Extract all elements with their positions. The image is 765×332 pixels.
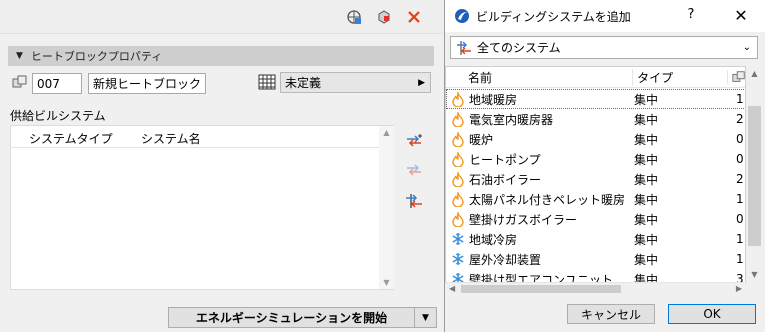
app-logo-icon — [454, 8, 470, 24]
system-type-icon — [456, 40, 472, 56]
list-item[interactable]: 壁掛けガスボイラー 集中 0 — [446, 209, 745, 229]
system-type: 集中 — [634, 192, 659, 207]
system-type: 集中 — [634, 132, 659, 147]
system-list: 名前 タイプ 地域暖房 集中 1 電気室内暖房器 集中 2 暖炉 集中 0 ヒートポンプ 集中 0 石油… — [445, 66, 746, 295]
scroll-up-icon[interactable]: ▲ — [379, 128, 394, 137]
col-system-type[interactable]: システムタイプ — [11, 126, 141, 147]
system-name: 地域暖房 — [469, 92, 518, 107]
section-title: ヒートブロックプロパティ — [30, 50, 163, 63]
system-count: 2 — [736, 172, 744, 186]
scroll-up-icon[interactable]: ▲ — [746, 69, 763, 78]
flame-icon — [449, 131, 467, 147]
delete-icon[interactable] — [405, 8, 423, 26]
list-item[interactable]: 石油ボイラー 集中 2 — [446, 169, 745, 189]
network-icon[interactable] — [345, 8, 363, 26]
scroll-down-icon[interactable]: ▼ — [379, 278, 394, 287]
add-system-icon[interactable] — [404, 131, 424, 151]
snowflake-icon — [449, 252, 467, 266]
chevron-down-icon: ▼ — [422, 312, 429, 323]
system-list-header: 名前 タイプ — [446, 67, 745, 88]
grid-icon — [258, 74, 276, 93]
system-count: 1 — [736, 192, 744, 206]
system-type: 集中 — [634, 232, 659, 247]
count-column-icon[interactable] — [727, 70, 745, 84]
dialog-titlebar: ビルディングシステムを追加 ? ✕ — [445, 0, 765, 32]
ok-button[interactable]: OK — [668, 304, 756, 324]
system-count: 0 — [736, 152, 744, 166]
add-building-system-dialog: ビルディングシステムを追加 ? ✕ 全てのシステム ⌄ 名前 タイプ 地域暖房集… — [444, 0, 765, 332]
list-item[interactable]: 地域暖房 集中 1 — [446, 89, 745, 109]
flame-icon — [449, 151, 467, 167]
systems-label: 供給ビルシステム — [10, 109, 106, 123]
flame-icon — [449, 171, 467, 187]
system-name: 電気室内暖房器 — [469, 112, 554, 127]
system-count: 1 — [736, 232, 744, 246]
list-item[interactable]: ヒートポンプ 集中 0 — [446, 149, 745, 169]
system-name: 地域冷房 — [469, 232, 518, 247]
list-item[interactable]: 太陽パネル付きペレット暖房 集中 1 — [446, 189, 745, 209]
scroll-thumb[interactable] — [748, 106, 761, 246]
system-type: 集中 — [634, 152, 659, 167]
list-item[interactable]: 屋外冷却装置 集中 1 — [446, 249, 745, 269]
system-count: 1 — [736, 92, 744, 106]
link-system-icon[interactable] — [404, 160, 424, 180]
flame-icon — [449, 211, 467, 227]
scroll-right-icon[interactable]: ▶ — [736, 284, 742, 293]
system-filter-select[interactable]: 全てのシステム ⌄ — [450, 36, 758, 59]
col-name[interactable]: 名前 — [446, 69, 632, 86]
hscroll-thumb[interactable] — [461, 285, 621, 293]
system-type: 集中 — [634, 92, 659, 107]
block-icon — [12, 74, 28, 93]
systems-table: システムタイプ システム名 ▲ ▼ — [10, 125, 394, 290]
chevron-down-icon: ⌄ — [742, 42, 751, 53]
dialog-title: ビルディングシステムを追加 — [476, 9, 631, 24]
block-id-field[interactable]: 007 — [32, 73, 82, 94]
system-settings-icon[interactable] — [404, 191, 424, 211]
flame-icon — [449, 191, 467, 207]
system-name: 石油ボイラー — [469, 172, 542, 187]
system-name: 壁掛けガスボイラー — [469, 212, 578, 227]
list-item[interactable]: 暖炉 集中 0 — [446, 129, 745, 149]
filter-value: 全てのシステム — [477, 41, 561, 55]
col-type[interactable]: タイプ — [632, 68, 727, 86]
system-list-vscrollbar[interactable]: ▲ ▼ — [746, 66, 763, 282]
cube-icon[interactable] — [375, 8, 393, 26]
system-list-hscrollbar[interactable]: ◀ ▶ — [445, 282, 746, 295]
systems-table-header: システムタイプ システム名 — [11, 126, 379, 148]
list-item[interactable]: 電気室内暖房器 集中 2 — [446, 109, 745, 129]
system-count: 0 — [736, 132, 744, 146]
panel-toolbar — [0, 0, 443, 34]
system-name: 屋外冷却装置 — [469, 252, 542, 267]
collapse-triangle-icon: ▼ — [16, 51, 23, 61]
section-header[interactable]: ▼ ヒートブロックプロパティ — [8, 46, 434, 66]
snowflake-icon — [449, 232, 467, 246]
system-type: 集中 — [634, 252, 659, 267]
system-name: 太陽パネル付きペレット暖房 — [469, 192, 626, 207]
heat-block-panel: ▼ ヒートブロックプロパティ 007 新規ヒートブロック 未定義 ▶ 供給ビルシ… — [0, 0, 443, 332]
profile-select-value: 未定義 — [285, 76, 322, 90]
system-count: 0 — [736, 212, 744, 226]
start-simulation-button[interactable]: エネルギーシミュレーションを開始 — [168, 307, 415, 328]
scroll-down-icon[interactable]: ▼ — [746, 270, 763, 279]
system-name: 暖炉 — [469, 132, 494, 147]
list-item[interactable]: 地域冷房 集中 1 — [446, 229, 745, 249]
col-system-name[interactable]: システム名 — [141, 126, 201, 147]
help-button[interactable]: ? — [681, 7, 701, 25]
flame-icon — [449, 91, 467, 107]
systems-table-scrollbar[interactable]: ▲ ▼ — [379, 126, 394, 289]
system-count: 2 — [736, 112, 744, 126]
simulation-dropdown-button[interactable]: ▼ — [415, 307, 437, 328]
block-name-field[interactable]: 新規ヒートブロック — [88, 73, 206, 94]
close-button[interactable]: ✕ — [728, 6, 754, 26]
profile-select[interactable]: 未定義 ▶ — [280, 72, 431, 93]
system-type: 集中 — [634, 112, 659, 127]
arrow-right-icon: ▶ — [418, 77, 425, 88]
system-name: ヒートポンプ — [469, 152, 541, 167]
system-type: 集中 — [634, 212, 659, 227]
system-type: 集中 — [634, 172, 659, 187]
scroll-left-icon[interactable]: ◀ — [449, 284, 455, 293]
flame-icon — [449, 111, 467, 127]
cancel-button[interactable]: キャンセル — [567, 304, 655, 324]
system-count: 1 — [736, 252, 744, 266]
